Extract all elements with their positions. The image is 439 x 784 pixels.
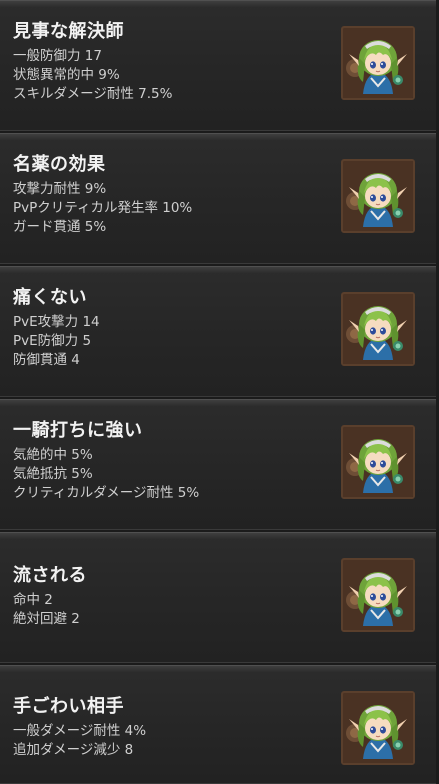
collection-card[interactable]: 流される 命中 2 絶対回避 2: [0, 532, 436, 663]
stat-line: PvE防御力 5: [13, 333, 92, 349]
stat-line: 一般ダメージ耐性 4%: [13, 723, 147, 739]
character-portrait-icon[interactable]: [341, 691, 415, 765]
stat-line: 気絶抵抗 5%: [13, 466, 93, 482]
stat-line: 命中 2: [13, 592, 53, 608]
stat-line: 一般防御力 17: [13, 48, 102, 64]
stat-line: 攻撃力耐性 9%: [13, 181, 107, 197]
stat-line: 気絶的中 5%: [13, 447, 93, 463]
stat-line: ガード貫通 5%: [13, 219, 107, 235]
stat-line: PvE攻撃力 14: [13, 314, 100, 330]
collection-list: 見事な解決師 一般防御力 17 状態異常的中 9% スキルダメージ耐性 7.5%…: [0, 0, 439, 784]
character-portrait-icon[interactable]: [341, 558, 415, 632]
stat-line: クリティカルダメージ耐性 5%: [13, 485, 200, 501]
stat-line: 絶対回避 2: [13, 611, 80, 627]
character-portrait-icon[interactable]: [341, 425, 415, 499]
card-stats: 気絶的中 5% 気絶抵抗 5% クリティカルダメージ耐性 5%: [13, 446, 199, 503]
collection-card[interactable]: 手ごわい相手 一般ダメージ耐性 4% 追加ダメージ減少 8: [0, 665, 436, 784]
card-title: 手ごわい相手: [13, 696, 124, 717]
stat-line: PvPクリティカル発生率 10%: [13, 200, 193, 216]
card-stats: 一般防御力 17 状態異常的中 9% スキルダメージ耐性 7.5%: [13, 47, 172, 104]
character-portrait-icon[interactable]: [341, 26, 415, 100]
character-portrait-icon[interactable]: [341, 292, 415, 366]
card-stats: 攻撃力耐性 9% PvPクリティカル発生率 10% ガード貫通 5%: [13, 180, 192, 237]
stat-line: 防御貫通 4: [13, 352, 80, 368]
card-title: 名薬の効果: [13, 154, 106, 175]
card-stats: 命中 2 絶対回避 2: [13, 591, 80, 629]
character-portrait-icon[interactable]: [341, 159, 415, 233]
card-stats: 一般ダメージ耐性 4% 追加ダメージ減少 8: [13, 722, 146, 760]
card-title: 痛くない: [13, 287, 87, 308]
stat-line: 追加ダメージ減少 8: [13, 742, 134, 758]
card-title: 見事な解決師: [13, 21, 124, 42]
collection-card[interactable]: 痛くない PvE攻撃力 14 PvE防御力 5 防御貫通 4: [0, 266, 436, 397]
collection-card[interactable]: 見事な解決師 一般防御力 17 状態異常的中 9% スキルダメージ耐性 7.5%: [0, 0, 436, 131]
card-stats: PvE攻撃力 14 PvE防御力 5 防御貫通 4: [13, 313, 100, 370]
stat-line: スキルダメージ耐性 7.5%: [13, 86, 173, 102]
stat-line: 状態異常的中 9%: [13, 67, 120, 83]
card-title: 流される: [13, 565, 87, 586]
collection-card[interactable]: 名薬の効果 攻撃力耐性 9% PvPクリティカル発生率 10% ガード貫通 5%: [0, 133, 436, 264]
card-title: 一騎打ちに強い: [13, 420, 143, 441]
collection-card[interactable]: 一騎打ちに強い 気絶的中 5% 気絶抵抗 5% クリティカルダメージ耐性 5%: [0, 399, 436, 530]
